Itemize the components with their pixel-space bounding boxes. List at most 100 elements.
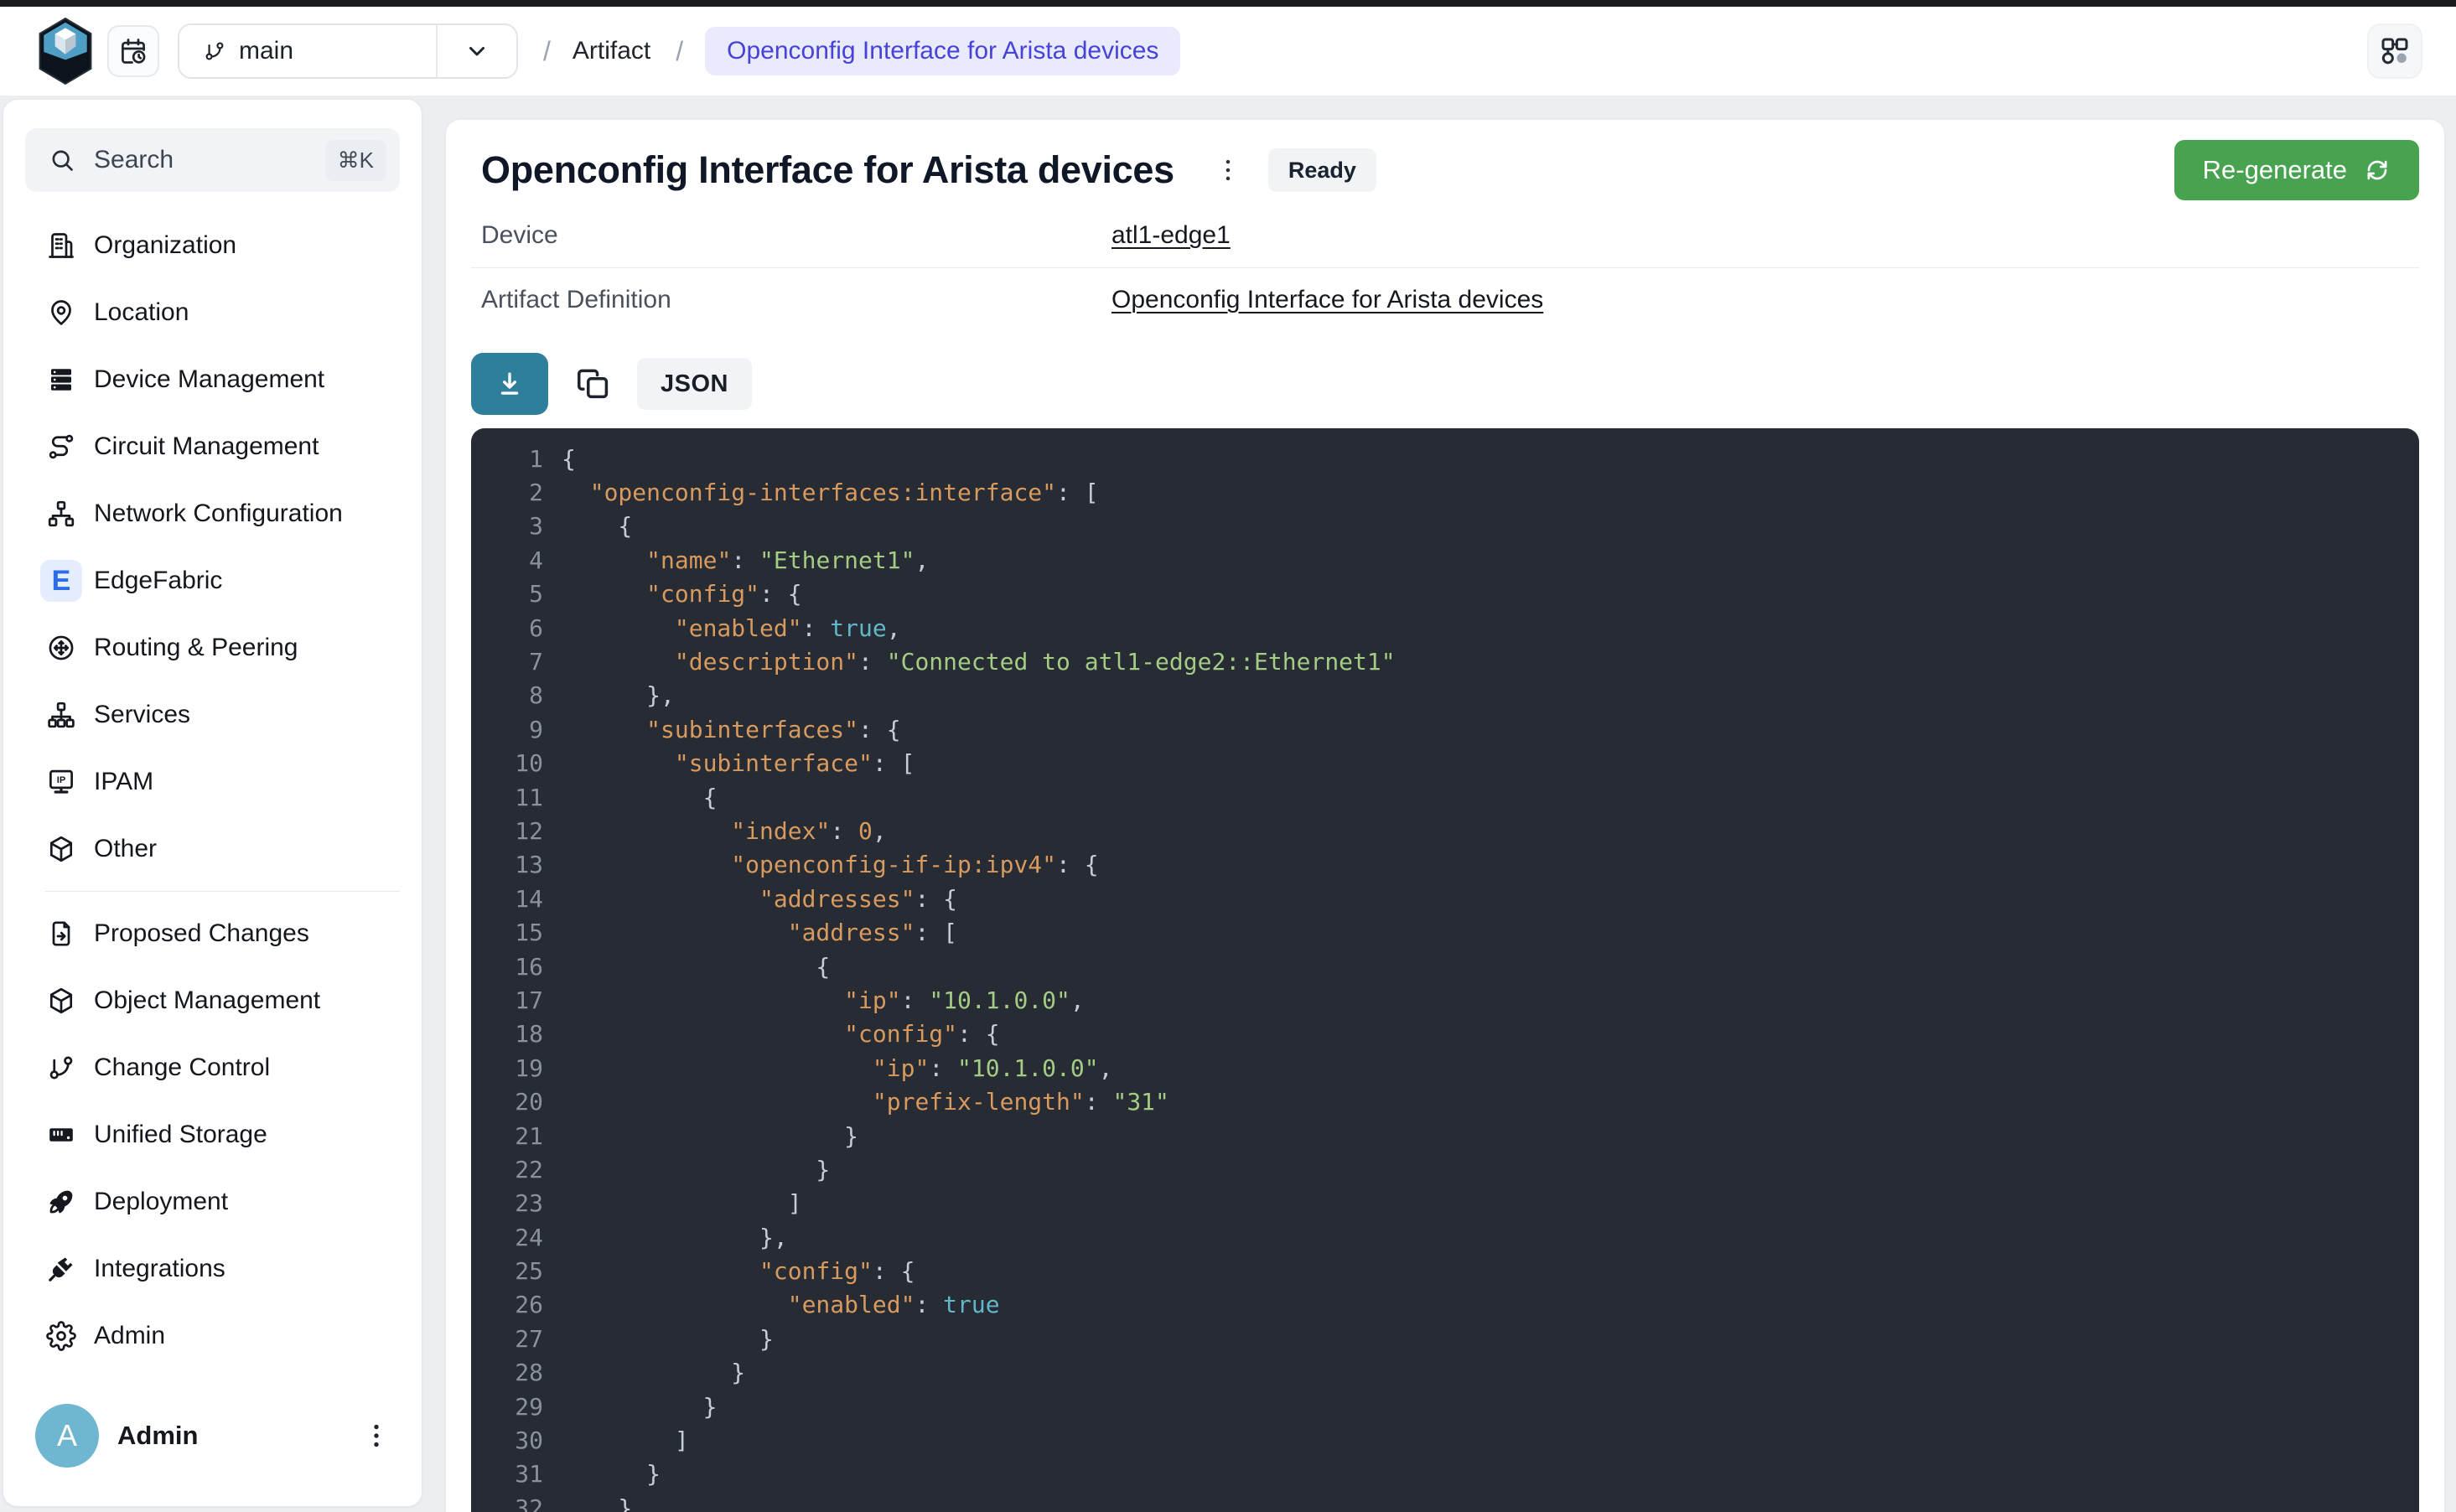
code-text: "enabled": true [562, 1291, 1000, 1318]
sidebar-item-location[interactable]: Location [25, 279, 400, 346]
code-line: 16 { [471, 950, 2419, 983]
search-placeholder: Search [94, 146, 174, 174]
server-icon [45, 364, 77, 396]
breadcrumb-current[interactable]: Openconfig Interface for Arista devices [705, 27, 1180, 75]
ip-monitor-icon: IP [45, 766, 77, 798]
code-text: "index": 0, [562, 817, 887, 845]
code-line: 3 { [471, 510, 2419, 543]
line-number: 8 [471, 681, 543, 709]
breadcrumb-separator: / [676, 36, 683, 67]
line-number: 21 [471, 1122, 543, 1150]
sidebar-nav-secondary: Proposed Changes Object Management Chang… [25, 900, 400, 1370]
edgefabric-badge-icon: E [45, 565, 77, 597]
device-link[interactable]: atl1-edge1 [1111, 221, 1231, 250]
line-number: 24 [471, 1224, 543, 1251]
kebab-menu-icon [1214, 156, 1242, 184]
sidebar-item-other[interactable]: Other [25, 816, 400, 883]
sidebar-item-label: IPAM [94, 768, 153, 796]
page-title: Openconfig Interface for Arista devices [481, 148, 1174, 192]
sidebar-item-integrations[interactable]: Integrations [25, 1235, 400, 1302]
code-text: "prefix-length": "31" [562, 1088, 1169, 1116]
code-line: 6 "enabled": true, [471, 611, 2419, 645]
code-toolbar: JSON [471, 353, 2419, 415]
search-input[interactable]: Search ⌘K [25, 128, 400, 192]
code-line: 19 "ip": "10.1.0.0", [471, 1051, 2419, 1085]
app-screen: main / Artifact / Openconfig Interface f… [0, 0, 2456, 1512]
code-line: 31 } [471, 1458, 2419, 1491]
sidebar-item-routing-peering[interactable]: Routing & Peering [25, 614, 400, 681]
sidebar-item-device-management[interactable]: Device Management [25, 346, 400, 413]
sidebar-item-label: Proposed Changes [94, 919, 309, 948]
line-number: 14 [471, 885, 543, 913]
title-menu-button[interactable] [1208, 150, 1248, 190]
branch-label: main [239, 37, 293, 65]
line-number: 7 [471, 648, 543, 676]
workflow-button[interactable] [2367, 23, 2422, 79]
cube-icon [45, 833, 77, 865]
sidebar-item-label: Admin [94, 1322, 165, 1350]
file-export-icon [45, 918, 77, 950]
line-number: 11 [471, 784, 543, 811]
code-line: 1{ [471, 442, 2419, 475]
line-number: 12 [471, 817, 543, 845]
sidebar-item-ipam[interactable]: IP IPAM [25, 748, 400, 816]
map-pin-icon [45, 297, 77, 329]
line-number: 32 [471, 1494, 543, 1512]
code-text: "enabled": true, [562, 614, 901, 642]
code-text: "description": "Connected to atl1-edge2:… [562, 648, 1396, 676]
user-row: A Admin [25, 1404, 400, 1468]
app-logo-icon[interactable] [39, 18, 92, 85]
line-number: 1 [471, 445, 543, 473]
refresh-icon [2364, 157, 2391, 184]
cube-icon [45, 985, 77, 1017]
calendar-button[interactable] [107, 25, 159, 77]
sidebar-item-network-configuration[interactable]: Network Configuration [25, 480, 400, 547]
sidebar-item-label: Change Control [94, 1054, 270, 1082]
main-content: Openconfig Interface for Arista devices … [445, 119, 2445, 1512]
format-badge: JSON [637, 358, 752, 410]
line-number: 6 [471, 614, 543, 642]
route-icon [45, 431, 77, 463]
code-text: "name": "Ethernet1", [562, 546, 929, 574]
workflow-icon [2378, 34, 2412, 68]
user-menu-button[interactable] [353, 1412, 400, 1459]
sidebar-item-proposed-changes[interactable]: Proposed Changes [25, 900, 400, 967]
download-button[interactable] [471, 353, 548, 415]
detail-row-artifact-definition: Artifact Definition Openconfig Interface… [471, 267, 2419, 331]
sidebar-item-label: Object Management [94, 986, 320, 1015]
sidebar-item-object-management[interactable]: Object Management [25, 967, 400, 1034]
branch-selector[interactable]: main [178, 23, 518, 79]
sidebar-item-circuit-management[interactable]: Circuit Management [25, 413, 400, 480]
copy-button[interactable] [570, 360, 617, 407]
line-number: 30 [471, 1427, 543, 1454]
kebab-menu-icon [361, 1421, 391, 1451]
sidebar-item-unified-storage[interactable]: Unified Storage [25, 1101, 400, 1168]
detail-label: Device [471, 221, 1111, 250]
sidebar-item-services[interactable]: Services [25, 681, 400, 748]
sidebar-item-edgefabric[interactable]: E EdgeFabric [25, 547, 400, 614]
code-text: "config": { [562, 580, 802, 608]
regenerate-button[interactable]: Re-generate [2174, 140, 2419, 200]
title-row: Openconfig Interface for Arista devices … [471, 142, 2419, 199]
hierarchy-icon [45, 699, 77, 731]
code-line: 12 "index": 0, [471, 814, 2419, 847]
branch-dropdown-toggle[interactable] [436, 25, 516, 77]
line-number: 18 [471, 1020, 543, 1048]
rocket-icon [45, 1186, 77, 1218]
sidebar-item-admin[interactable]: Admin [25, 1302, 400, 1370]
code-line: 24 }, [471, 1220, 2419, 1254]
code-text: "address": [ [562, 919, 957, 946]
line-number: 3 [471, 512, 543, 540]
sidebar-item-change-control[interactable]: Change Control [25, 1034, 400, 1101]
code-line: 4 "name": "Ethernet1", [471, 543, 2419, 577]
artifact-definition-link[interactable]: Openconfig Interface for Arista devices [1111, 286, 1543, 314]
sidebar-item-organization[interactable]: Organization [25, 212, 400, 279]
code-text: } [562, 1393, 717, 1421]
code-viewer[interactable]: 1{2 "openconfig-interfaces:interface": [… [471, 428, 2419, 1512]
code-line: 23 ] [471, 1187, 2419, 1220]
line-number: 4 [471, 546, 543, 574]
sidebar-item-deployment[interactable]: Deployment [25, 1168, 400, 1235]
line-number: 10 [471, 749, 543, 777]
breadcrumb-item-artifact[interactable]: Artifact [573, 37, 650, 65]
sidebar-nav-primary: Organization Location Device Management … [25, 212, 400, 883]
